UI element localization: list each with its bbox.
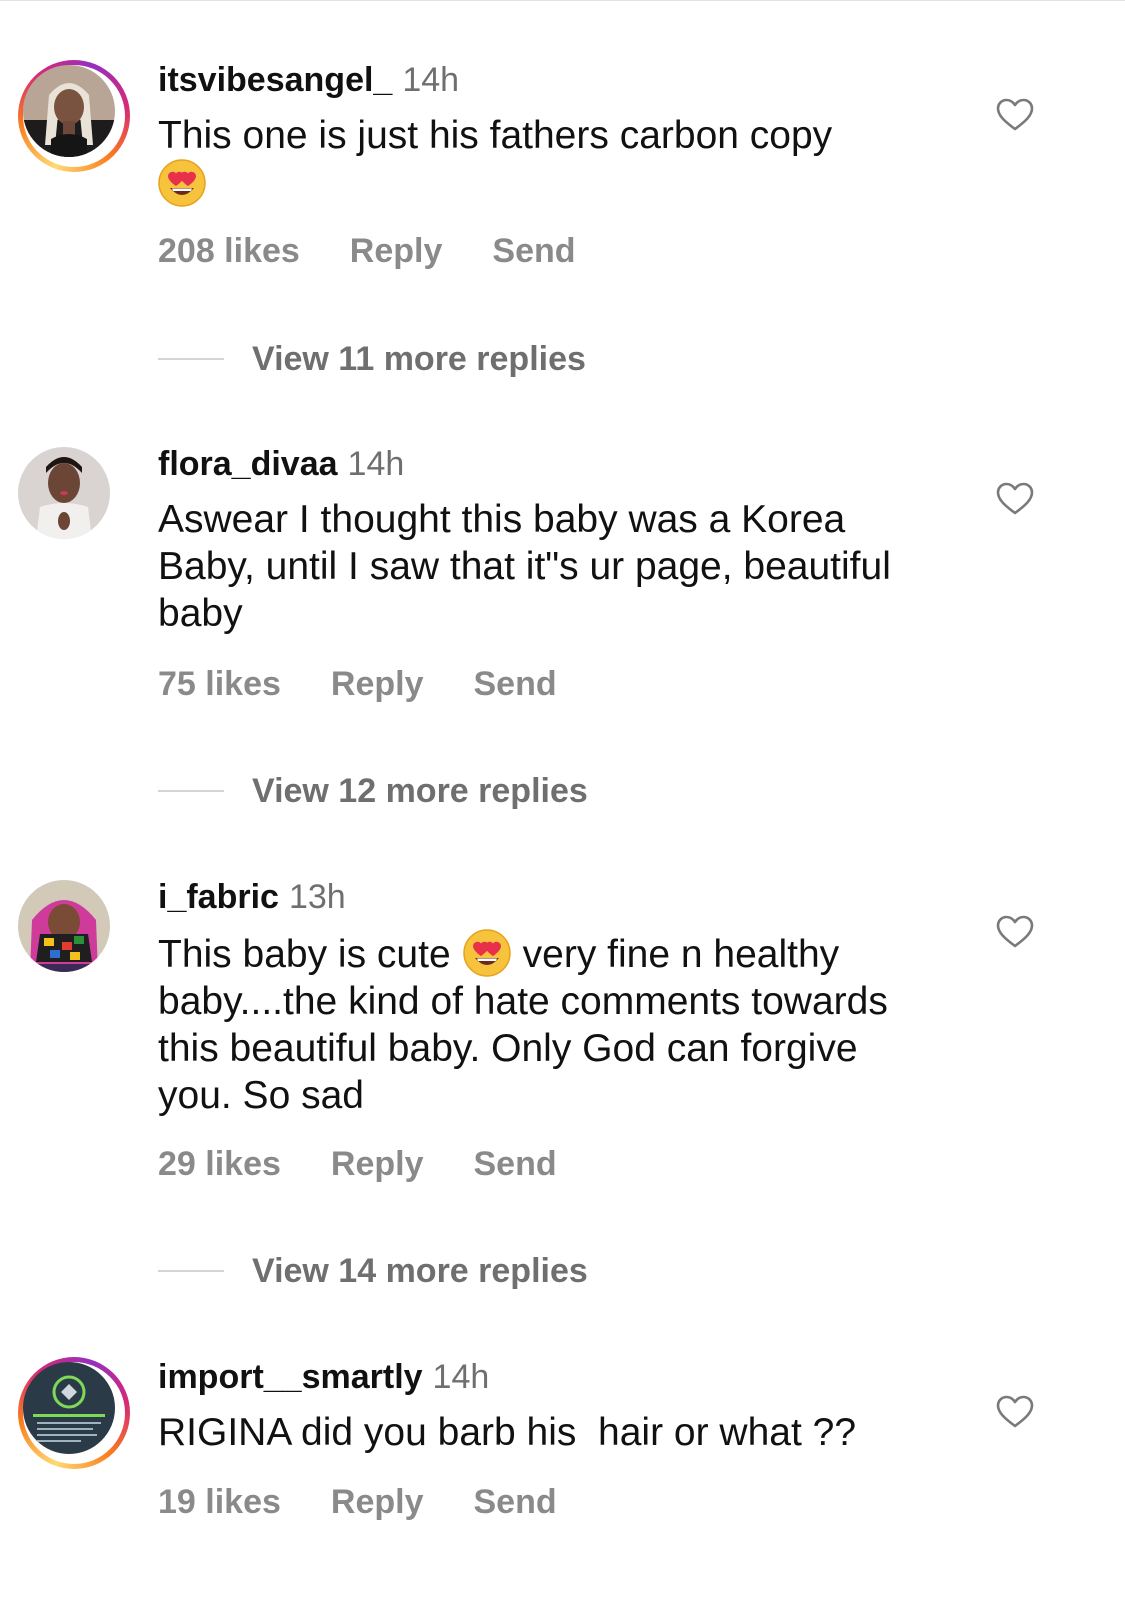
comment-text-content: This baby is cute bbox=[158, 933, 451, 976]
comment-header: import__smartly 14h bbox=[158, 1357, 489, 1397]
avatar bbox=[23, 1362, 115, 1454]
avatar-story-ring[interactable] bbox=[18, 60, 130, 172]
comment-actions: 29 likes Reply Send bbox=[158, 1144, 607, 1184]
comment-actions: 19 likes Reply Send bbox=[158, 1482, 607, 1522]
send-button[interactable]: Send bbox=[473, 1483, 556, 1521]
comment-header: itsvibesangel_ 14h bbox=[158, 60, 459, 100]
heart-eyes-emoji-icon bbox=[462, 929, 511, 977]
comment-text: This baby is cute very fine n healthy bab… bbox=[158, 929, 938, 1119]
comment-actions: 208 likes Reply Send bbox=[158, 231, 626, 271]
like-button[interactable] bbox=[996, 1395, 1034, 1429]
comment-text-content: RIGINA did you barb his hair or what ?? bbox=[158, 1411, 857, 1454]
reply-button[interactable]: Reply bbox=[331, 1145, 424, 1183]
username[interactable]: itsvibesangel_ bbox=[158, 61, 392, 99]
likes-count[interactable]: 19 likes bbox=[158, 1483, 281, 1521]
comment-text: This one is just his fathers carbon copy bbox=[158, 112, 938, 208]
replies-divider bbox=[158, 358, 224, 360]
like-button[interactable] bbox=[996, 915, 1034, 949]
view-replies-label: View 14 more replies bbox=[252, 1252, 588, 1290]
view-replies-label: View 12 more replies bbox=[252, 772, 588, 810]
like-button[interactable] bbox=[996, 482, 1034, 516]
timestamp: 14h bbox=[402, 61, 460, 99]
avatar-story-ring[interactable] bbox=[18, 1357, 130, 1469]
timestamp: 14h bbox=[432, 1358, 490, 1396]
username[interactable]: flora_divaa bbox=[158, 445, 338, 483]
timestamp: 13h bbox=[288, 878, 346, 916]
top-divider bbox=[0, 0, 1125, 1]
heart-eyes-emoji-icon bbox=[158, 159, 206, 207]
view-replies-label: View 11 more replies bbox=[252, 340, 586, 378]
replies-divider bbox=[158, 790, 224, 792]
like-button[interactable] bbox=[996, 98, 1034, 132]
comment-header: flora_divaa 14h bbox=[158, 444, 404, 484]
send-button[interactable]: Send bbox=[473, 1145, 556, 1183]
replies-divider bbox=[158, 1270, 224, 1272]
reply-button[interactable]: Reply bbox=[331, 1483, 424, 1521]
view-replies-button[interactable]: View 12 more replies bbox=[158, 771, 858, 811]
username[interactable]: i_fabric bbox=[158, 878, 279, 916]
view-replies-button[interactable]: View 11 more replies bbox=[158, 339, 858, 379]
username[interactable]: import__smartly bbox=[158, 1358, 423, 1396]
avatar bbox=[23, 65, 115, 157]
avatar[interactable] bbox=[18, 447, 110, 539]
heart-outline-icon bbox=[996, 98, 1034, 131]
comment-text-content: Aswear I thought this baby was a Korea B… bbox=[158, 498, 891, 635]
heart-outline-icon bbox=[996, 915, 1034, 948]
comment-actions: 75 likes Reply Send bbox=[158, 664, 607, 704]
send-button[interactable]: Send bbox=[492, 232, 575, 270]
comment-text-content: This one is just his fathers carbon copy bbox=[158, 114, 833, 157]
send-button[interactable]: Send bbox=[473, 665, 556, 703]
view-replies-button[interactable]: View 14 more replies bbox=[158, 1251, 858, 1291]
comment-text: RIGINA did you barb his hair or what ?? bbox=[158, 1409, 938, 1456]
comment-header: i_fabric 13h bbox=[158, 877, 346, 917]
heart-outline-icon bbox=[996, 1395, 1034, 1428]
reply-button[interactable]: Reply bbox=[331, 665, 424, 703]
likes-count[interactable]: 75 likes bbox=[158, 665, 281, 703]
comment-text: Aswear I thought this baby was a Korea B… bbox=[158, 496, 938, 637]
likes-count[interactable]: 208 likes bbox=[158, 232, 300, 270]
heart-outline-icon bbox=[996, 482, 1034, 515]
likes-count[interactable]: 29 likes bbox=[158, 1145, 281, 1183]
reply-button[interactable]: Reply bbox=[350, 232, 443, 270]
timestamp: 14h bbox=[347, 445, 405, 483]
avatar[interactable] bbox=[18, 880, 110, 972]
